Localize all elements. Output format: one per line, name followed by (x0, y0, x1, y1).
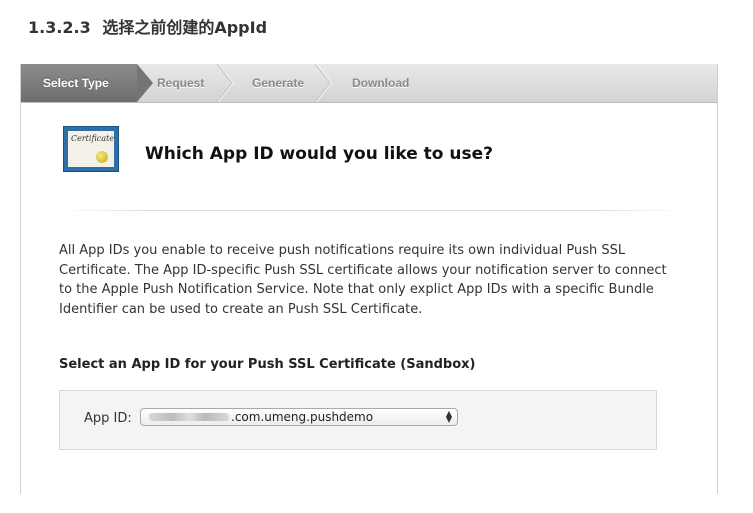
step-separator (217, 64, 235, 102)
section-heading: 1.3.2.3 选择之前创建的AppId (28, 14, 267, 38)
app-id-label: App ID: (84, 411, 132, 426)
app-id-select-box: App ID: .com.umeng.pushdemo ▲ ▼ (59, 390, 657, 450)
seal-icon (96, 151, 108, 163)
app-id-select[interactable]: .com.umeng.pushdemo ▲ ▼ (140, 408, 458, 426)
step-separator (315, 64, 333, 102)
select-arrows-icon: ▲ ▼ (445, 409, 452, 424)
certificate-icon: Certificate (63, 126, 119, 172)
certificate-icon-text: Certificate (71, 134, 114, 143)
step-request[interactable]: Request (157, 64, 204, 102)
step-download[interactable]: Download (352, 64, 409, 102)
description-text: All App IDs you enable to receive push n… (59, 243, 667, 317)
redacted-team-prefix (149, 413, 229, 421)
active-step-arrow (137, 64, 153, 102)
step-select-type[interactable]: Select Type (43, 64, 109, 102)
wizard-steps-bar: Select Type Request Generate Download (21, 64, 717, 103)
step-generate[interactable]: Generate (252, 64, 304, 102)
page-title: Which App ID would you like to use? (145, 144, 494, 164)
app-id-selected-value: .com.umeng.pushdemo (231, 410, 374, 424)
divider (57, 210, 687, 211)
certificate-wizard-panel: Select Type Request Generate Download Ce… (20, 64, 718, 494)
section-title: 选择之前创建的AppId (102, 18, 268, 37)
select-app-id-heading: Select an App ID for your Push SSL Certi… (59, 357, 476, 372)
section-number: 1.3.2.3 (28, 18, 91, 37)
